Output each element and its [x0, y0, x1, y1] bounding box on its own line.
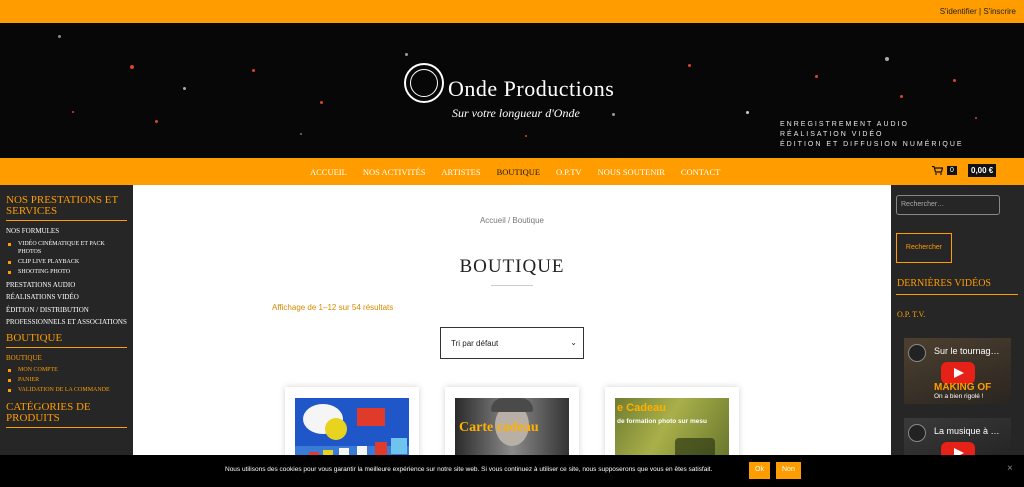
sidebar-sublink[interactable]: Validation de la commande	[6, 386, 127, 394]
product-overlay-text: e Cadeau	[617, 402, 666, 414]
brand-tagline: Sur votre longueur d'Onde	[452, 106, 580, 120]
search-button[interactable]: Rechercher	[896, 233, 952, 263]
star-dot	[900, 95, 903, 98]
product-overlay-subtext: de formation photo sur mesu	[617, 418, 707, 425]
cart-total[interactable]: 0,00 €	[968, 164, 997, 177]
video-overlay-caption: On a bien rigolé !	[934, 393, 984, 400]
login-link[interactable]: S'identifier	[940, 7, 977, 16]
cookie-ok-button[interactable]: Ok	[749, 462, 770, 479]
divider	[896, 294, 1018, 295]
sidebar-sublink[interactable]: Panier	[6, 376, 127, 384]
sidebar-link-pros[interactable]: Professionnels et associations	[6, 316, 127, 329]
sort-value: Tri par défaut	[451, 339, 499, 348]
star-dot	[405, 53, 408, 56]
channel-avatar	[908, 344, 926, 362]
product-overlay-text: Carte cadeau	[459, 420, 539, 435]
result-count: Affichage de 1–12 sur 54 résultats	[272, 303, 394, 312]
star-dot	[746, 111, 749, 114]
star-dot	[885, 57, 889, 61]
divider	[6, 427, 127, 428]
account-links: S'identifier | S'inscrire	[940, 7, 1016, 16]
channel-name[interactable]: O.P. T.V.	[897, 310, 925, 319]
title-underline	[491, 285, 533, 286]
star-dot	[815, 75, 818, 78]
main-content: Accueil / Boutique BOUTIQUE Affichage de…	[133, 185, 891, 487]
cookie-message: Nous utilisons des cookies pour vous gar…	[225, 466, 713, 473]
sidebar-sublink[interactable]: Shooting photo	[6, 268, 127, 276]
video-thumbnail[interactable]: Sur le tournag… MAKING OF On a bien rigo…	[904, 338, 1011, 404]
star-dot	[525, 135, 527, 137]
video-title: La musique à …	[934, 426, 1000, 436]
nav-item-accueil[interactable]: ACCUEIL	[310, 167, 347, 177]
cart-widget[interactable]: 0	[932, 166, 957, 175]
star-dot	[155, 120, 158, 123]
divider	[6, 220, 127, 221]
star-dot	[953, 79, 956, 82]
page-title: BOUTIQUE	[459, 256, 565, 277]
main-nav: ACCUEIL NOS ACTIVITÉS ARTISTES BOUTIQUE …	[0, 158, 1024, 185]
sort-select[interactable]: Tri par défaut ⌄	[440, 327, 584, 359]
video-title: Sur le tournag…	[934, 346, 1000, 356]
nav-item-contact[interactable]: CONTACT	[681, 167, 720, 177]
sidebar-link-edition[interactable]: Édition / Distribution	[6, 304, 127, 317]
close-icon[interactable]: ×	[1007, 463, 1013, 474]
link-divider: |	[979, 7, 982, 16]
play-icon[interactable]	[941, 362, 975, 384]
sidebar-link-audio[interactable]: Prestations audio	[6, 279, 127, 292]
top-bar: S'identifier | S'inscrire	[0, 0, 1024, 23]
sidebar-sublink[interactable]: Vidéo cinématique et pack photos	[6, 240, 127, 256]
star-dot	[688, 64, 691, 67]
sidebar-heading-services: NOS PRESTATIONS ET SERVICES	[6, 194, 118, 217]
breadcrumb[interactable]: Accueil / Boutique	[133, 216, 891, 225]
star-dot	[58, 35, 61, 38]
star-dot	[252, 69, 255, 72]
service-line: Enregistrement audio	[780, 121, 909, 128]
sidebar-link-formules[interactable]: Nos formules	[6, 225, 127, 238]
video-overlay-title: MAKING OF	[934, 382, 992, 393]
services-list: Enregistrement audio Réalisation vidéo É…	[780, 120, 964, 150]
nav-item-artistes[interactable]: ARTISTES	[441, 167, 480, 177]
star-dot	[130, 65, 134, 69]
sidebar-link-video[interactable]: Réalisations vidéo	[6, 291, 127, 304]
channel-avatar	[908, 424, 926, 442]
search-input[interactable]: Rechercher…	[896, 195, 1000, 215]
logo-ring-inner-icon	[410, 69, 438, 97]
chevron-down-icon: ⌄	[570, 338, 577, 347]
service-line: Réalisation vidéo	[780, 131, 884, 138]
cart-count: 0	[947, 166, 957, 175]
star-dot	[320, 101, 323, 104]
cart-icon	[932, 166, 943, 175]
star-dot	[975, 117, 977, 119]
service-line: Édition et diffusion numérique	[780, 141, 964, 148]
nav-item-optv[interactable]: O.P.TV	[556, 167, 582, 177]
sidebar-heading-boutique: BOUTIQUE	[6, 331, 63, 344]
site-logo[interactable]: Onde Productions Sur votre longueur d'On…	[404, 61, 624, 133]
star-dot	[183, 87, 186, 90]
left-sidebar: NOS PRESTATIONS ET SERVICES Nos formules…	[0, 185, 133, 487]
nav-menu: ACCUEIL NOS ACTIVITÉS ARTISTES BOUTIQUE …	[310, 167, 736, 177]
sidebar-sublink[interactable]: Clip live playback	[6, 258, 127, 266]
brand-name: Onde Productions	[448, 76, 615, 101]
nav-item-activites[interactable]: NOS ACTIVITÉS	[363, 167, 426, 177]
divider	[6, 346, 127, 348]
sidebar-sublink[interactable]: Mon compte	[6, 366, 127, 374]
register-link[interactable]: S'inscrire	[983, 7, 1016, 16]
sidebar-link-boutique[interactable]: Boutique	[6, 352, 127, 365]
sidebar-heading-categories: CATÉGORIES DE PRODUITS	[6, 401, 91, 424]
nav-item-boutique[interactable]: BOUTIQUE	[497, 167, 540, 177]
videos-heading: DERNIÈRES VIDÉOS	[897, 278, 991, 289]
cookie-no-button[interactable]: Non	[776, 462, 801, 479]
star-dot	[72, 111, 74, 113]
nav-item-soutenir[interactable]: NOUS SOUTENIR	[598, 167, 665, 177]
star-dot	[300, 133, 302, 135]
cookie-banner: Nous utilisons des cookies pour vous gar…	[0, 455, 1024, 487]
